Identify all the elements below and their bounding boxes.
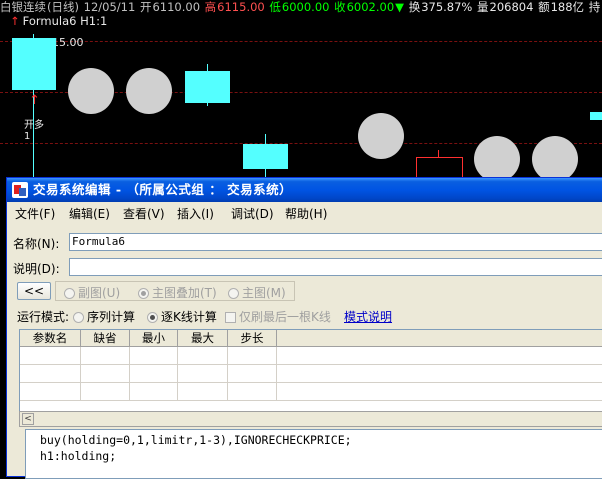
turnover-value: 375.87% [421, 0, 473, 14]
code-line: buy(holding=0,1,limitr,1-3),IGNORECHECKP… [40, 433, 352, 447]
candle-wick [438, 150, 439, 158]
col-min[interactable]: 最小 [130, 330, 178, 346]
parameter-table[interactable]: 参数名 缺省 最小 最大 步长 [19, 329, 602, 423]
radio-checked-icon [147, 312, 158, 323]
mode-sequence-label: 序列计算 [87, 310, 136, 324]
radio-icon [228, 288, 239, 299]
holding-marker-circle [474, 136, 520, 182]
low-label: 低 [269, 0, 281, 14]
table-row[interactable] [20, 383, 602, 401]
volume-label: 量 [477, 0, 489, 14]
col-default[interactable]: 缺省 [81, 330, 130, 346]
col-param-name[interactable]: 参数名 [20, 330, 81, 346]
option-subchart-label: 副图(U) [78, 286, 121, 300]
buy-signal-label: 开多 [24, 120, 44, 131]
menu-insert[interactable]: 插入(I) [177, 204, 214, 224]
menu-view[interactable]: 查看(V) [123, 204, 165, 224]
run-mode-row: 运行模式: 序列计算 逐K线计算 仅刷最后一根K线 模式说明 [7, 306, 602, 326]
menu-debug[interactable]: 调试(D) [231, 204, 274, 224]
collapse-button[interactable]: << [17, 282, 51, 300]
close-label: 收 [334, 0, 346, 14]
close-down-arrow-icon: ▼ [395, 0, 405, 14]
run-mode-label: 运行模式: [17, 310, 70, 324]
mode-per-bar-radio[interactable]: 逐K线计算 [147, 308, 217, 325]
mode-help-link[interactable]: 模式说明 [344, 308, 392, 325]
description-row: 说明(D): [7, 256, 602, 278]
code-line: h1:holding; [40, 449, 117, 463]
menu-file[interactable]: 文件(F) [15, 204, 55, 224]
high-label: 高 [204, 0, 217, 14]
window-title: 交易系统编辑 - （所属公式组 ： 交易系统） [33, 182, 293, 197]
holding-marker-circle [358, 113, 404, 159]
col-max[interactable]: 最大 [178, 330, 228, 346]
candle[interactable] [12, 38, 56, 90]
volume-value: 206804 [489, 0, 534, 14]
radio-checked-icon [138, 288, 149, 299]
menu-edit[interactable]: 编辑(E) [69, 204, 110, 224]
mode-sequence-radio[interactable]: 序列计算 [73, 308, 135, 325]
table-row[interactable] [20, 365, 602, 383]
open-value: 6110.00 [152, 0, 201, 14]
low-value: 6000.00 [281, 0, 330, 14]
radio-icon [64, 288, 75, 299]
buy-signal-value: 1 [24, 131, 31, 142]
name-input[interactable]: Formula6 [69, 233, 602, 251]
table-row[interactable] [20, 347, 602, 365]
parameter-table-header: 参数名 缺省 最小 最大 步长 [20, 330, 602, 347]
position-label: 持 [588, 0, 601, 14]
radio-icon [73, 312, 84, 323]
formula-title-text: Formula6 H1:1 [22, 14, 108, 28]
candle[interactable] [185, 71, 230, 103]
quote-date: 12/05/11 [83, 0, 136, 14]
up-arrow-icon: ↑ [10, 14, 20, 28]
name-row: 名称(N): Formula6 [7, 231, 602, 253]
quote-info-bar: 白银连续(日线) 12/05/11 开6110.00 高6115.00 低600… [0, 0, 602, 14]
menubar: 文件(F) 编辑(E) 查看(V) 插入(I) 调试(D) 帮助(H) [7, 204, 602, 224]
parameter-tab-strip[interactable]: < [19, 411, 602, 427]
col-step[interactable]: 步长 [228, 330, 277, 346]
menu-help[interactable]: 帮助(H) [285, 204, 327, 224]
amount-label: 额 [538, 0, 550, 14]
window-titlebar[interactable]: 交易系统编辑 - （所属公式组 ： 交易系统） [7, 178, 602, 202]
amount-value: 188亿 [550, 0, 585, 14]
display-options-row: << 副图(U) 主图叠加(T) 主图(M) [7, 281, 602, 303]
candle[interactable] [590, 112, 602, 120]
option-subchart[interactable]: 副图(U) [64, 284, 120, 301]
mode-per-bar-label: 逐K线计算 [161, 310, 217, 324]
chart-type-group: 副图(U) 主图叠加(T) 主图(M) [55, 281, 295, 301]
trading-system-editor-window[interactable]: 交易系统编辑 - （所属公式组 ： 交易系统） 文件(F) 编辑(E) 查看(V… [6, 177, 602, 479]
holding-marker-circle [532, 136, 578, 182]
buy-signal-arrow-icon: ↑ [29, 93, 40, 108]
description-input[interactable] [69, 258, 602, 276]
grid-line [0, 41, 602, 42]
app-icon [12, 182, 28, 198]
last-bar-only-label: 仅刷最后一根K线 [239, 310, 331, 324]
tab-scroll-left-button[interactable]: < [22, 413, 34, 425]
turnover-label: 换 [408, 0, 421, 14]
formula-title: ↑ Formula6 H1:1 [10, 14, 107, 28]
option-mainchart-label: 主图(M) [242, 286, 286, 300]
high-value: 6115.00 [217, 0, 265, 14]
close-value: 6002.00 [346, 0, 395, 14]
symbol-name: 白银连续 [0, 0, 46, 14]
formula-code-editor[interactable]: buy(holding=0,1,limitr,1-3),IGNORECHECKP… [25, 429, 602, 479]
name-label: 名称(N): [13, 237, 60, 251]
open-label: 开 [139, 0, 152, 14]
checkbox-icon [225, 312, 236, 323]
holding-marker-circle [126, 68, 172, 114]
option-main-overlay-label: 主图叠加(T) [152, 286, 217, 300]
candle[interactable] [243, 144, 288, 169]
period-label: (日线) [47, 0, 79, 14]
holding-marker-circle [68, 68, 114, 114]
description-label: 说明(D): [13, 262, 60, 276]
option-main-overlay[interactable]: 主图叠加(T) [138, 284, 217, 301]
last-bar-only-checkbox[interactable]: 仅刷最后一根K线 [225, 308, 331, 325]
option-mainchart[interactable]: 主图(M) [228, 284, 286, 301]
